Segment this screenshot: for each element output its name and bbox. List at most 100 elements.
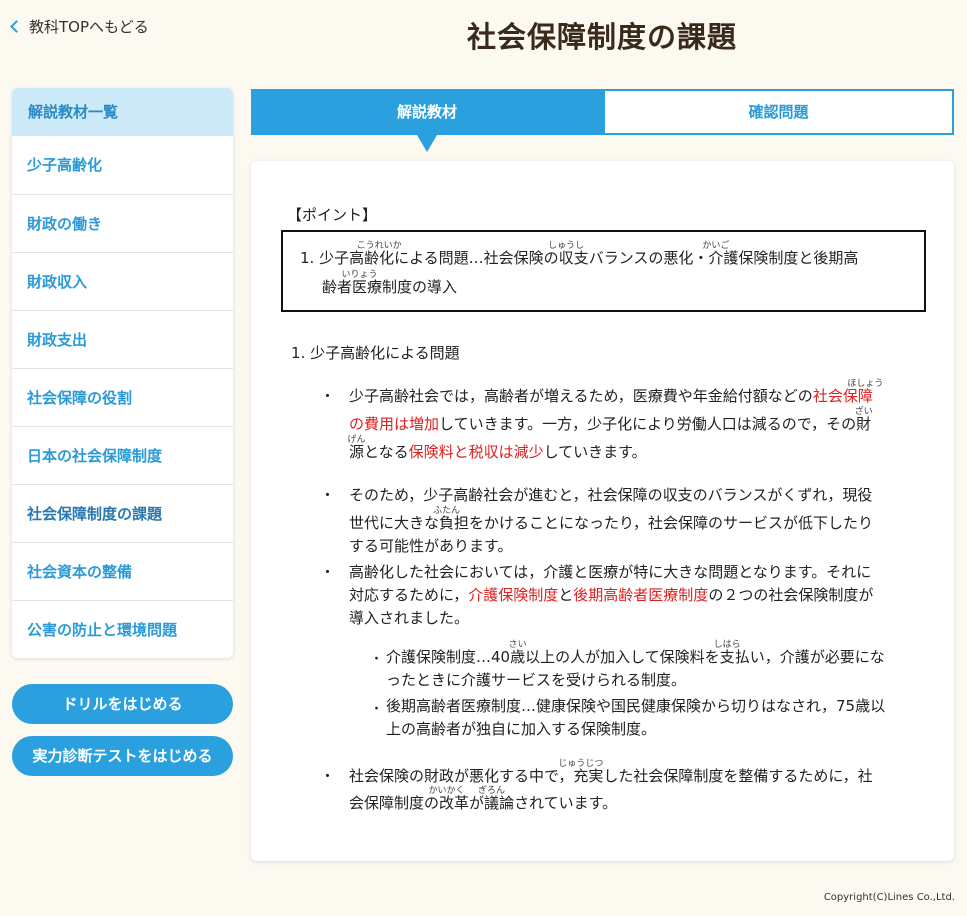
text: 対応するために，: [349, 586, 469, 604]
bullet3-line1: 高齢化した社会においては，介護と医療が特に大きな問題となります。それに: [349, 563, 872, 581]
copyright: Copyright(C)Lines Co.,Ltd.: [823, 892, 955, 903]
back-to-subject-top-link[interactable]: 教科TOPへもどる: [10, 16, 149, 37]
text: 介護保険制度…40: [386, 648, 511, 666]
ruby-base: 財: [856, 415, 872, 433]
text: 払い，介護が必要にな: [734, 648, 885, 666]
text: 革が: [454, 794, 485, 812]
text: 実した社会保障制度を整備するために，社: [588, 767, 873, 785]
ruby-annotation: しゅうし: [548, 241, 585, 251]
ruby-annotation: げん: [347, 435, 366, 445]
sub1-line1: 介護保険制度…40 さい 歳以上の人が加入して保険料を しはら 支払い，介護が必要にな: [386, 641, 885, 669]
bullet3-line2: 対応するために，介護保険制度と後期高齢者医療制度の２つの社会保険制度が: [349, 584, 873, 607]
bullet1-line1: 少子高齢社会では，高齢者が増えるため，医療費や年金給付額などの社会保 ほしょう障: [349, 380, 883, 408]
sidebar-item-zaisei-shunyu[interactable]: 財政収入: [12, 252, 233, 310]
ruby-text: ぎろん議: [478, 787, 505, 813]
point-text: 療制度の導入: [367, 278, 458, 296]
ruby-text: さい歳: [509, 641, 527, 667]
ruby-text: じゅうじつ充: [558, 760, 603, 786]
sub2-line1: 後期高齢者医療制度…健康保険や国民健康保険から切りはなされ，75歳以: [386, 697, 886, 715]
sidebar-item-shoshi-koreika[interactable]: 少子高齢化: [12, 136, 233, 194]
highlight-text: の費用は増加: [349, 415, 440, 433]
sub2-line2: 上の高齢者が独自に加入する保険制度。: [386, 720, 657, 738]
sidebar-item-zaisei-shishutsu[interactable]: 財政支出: [12, 310, 233, 368]
bullet4-line2: 会保障制度の かいかく 改革が ぎろん 議論されています。: [349, 787, 618, 815]
point-text: 1. 少子高: [300, 249, 365, 267]
bullet4-line1: 社会保険の財政が悪化する中で， じゅうじつ 充実した社会保障制度を整備するために，社: [349, 760, 873, 788]
text: していきます。一方，少子化により労働人口は減るので，その: [439, 415, 857, 433]
sidebar-item-kogai-kankyo[interactable]: 公害の防止と環境問題: [12, 600, 233, 658]
ruby-base: 医: [352, 278, 368, 296]
bullet-dot: ・: [320, 563, 336, 581]
point-text: 支バランスの悪化・: [573, 249, 709, 267]
page-title: 社会保障制度の課題: [466, 20, 737, 54]
ruby-base: 介: [708, 249, 724, 267]
active-tab-pointer: [417, 135, 437, 152]
text: 世代に大きな: [349, 514, 440, 532]
text: となる: [364, 443, 409, 461]
ruby-annotation: ほしょう: [847, 379, 884, 389]
sub-bullet-dot: ・: [370, 652, 384, 667]
sidebar-header: 解説教材一覧: [12, 88, 233, 136]
text: 社会保険の財政が悪化する中で，: [349, 767, 574, 785]
ruby-base: 齢化: [364, 249, 395, 267]
bullet3-line3: 導入されました。: [349, 609, 470, 627]
sidebar-item-zaisei-no-hataraki[interactable]: 財政の働き: [12, 194, 233, 252]
text: 以上の人が加入して保険料を: [525, 648, 720, 666]
ruby-annotation: じゅうじつ: [558, 759, 604, 769]
point-line-2: 齢者 いりょう 医療制度の導入: [322, 271, 458, 299]
ruby-base: 障: [857, 387, 873, 405]
text: の２つの社会保険制度が: [708, 586, 874, 604]
sidebar-item-shakai-hosho-kadai[interactable]: 社会保障制度の課題: [12, 484, 233, 542]
ruby-annotation: さい: [508, 640, 527, 650]
bullet-dot: ・: [320, 387, 336, 405]
highlight-text: 介護保険制度: [468, 586, 559, 604]
bullet2-line2: 世代に大きな ふたん 負担をかけることになったり，社会保障のサービスが低下したり: [349, 507, 873, 535]
bullet2-line3: する可能性があります。: [349, 537, 513, 555]
ruby-base: 負: [439, 514, 455, 532]
ruby-text: こうれいか 齢化: [357, 242, 402, 268]
text: 少子高齢社会では，高齢者が増えるため，医療費や年金給付額などの: [349, 387, 813, 405]
ruby-text: ほしょう障: [847, 380, 883, 406]
text: 会保障制度の: [349, 794, 440, 812]
ruby-text: しはら支: [714, 641, 741, 667]
highlight-text: 社会保: [812, 387, 858, 405]
section-title: 1. 少子高齢化による問題: [291, 344, 460, 362]
ruby-text: ふたん負: [433, 507, 460, 533]
chevron-left-icon: [10, 20, 23, 33]
point-text: 齢者: [322, 278, 353, 296]
sidebar: 解説教材一覧 少子高齢化 財政の働き 財政収入 財政支出 社会保障の役割 日本の…: [12, 88, 233, 658]
text: していきます。: [543, 443, 647, 461]
back-link-label: 教科TOPへもどる: [29, 18, 149, 36]
sidebar-item-shakai-shihon[interactable]: 社会資本の整備: [12, 542, 233, 600]
ruby-annotation: こうれいか: [356, 241, 402, 251]
text: 論されています。: [499, 794, 618, 812]
highlight-text: 保険料と税収は減少: [408, 443, 544, 461]
ruby-annotation: ぎろん: [478, 786, 506, 796]
bullet1-line2: の費用は増加していきます。一方，少子化により労働人口は減るので，その ざい財: [349, 408, 873, 436]
start-drill-button[interactable]: ドリルをはじめる: [12, 684, 233, 724]
ruby-text: しゅうし収: [548, 242, 584, 268]
point-text: 護保険制度と後期高: [723, 249, 859, 267]
ruby-text: かいかく改: [429, 787, 465, 813]
text: と: [558, 586, 574, 604]
ruby-annotation: かいかく: [428, 786, 465, 796]
ruby-annotation: いりょう: [341, 270, 378, 280]
ruby-base: 改: [439, 794, 455, 812]
ruby-base: 収: [558, 249, 574, 267]
ruby-text: いりょう医: [342, 271, 378, 297]
sidebar-item-nihon-shakai-hosho[interactable]: 日本の社会保障制度: [12, 426, 233, 484]
tab-quiz[interactable]: 確認問題: [603, 89, 954, 135]
ruby-annotation: ふたん: [433, 506, 461, 516]
sidebar-item-shakai-hosho-yakuwari[interactable]: 社会保障の役割: [12, 368, 233, 426]
start-test-button[interactable]: 実力診断テストをはじめる: [12, 736, 233, 776]
bullet2-line1: そのため，少子高齢社会が進むと，社会保障の収支のバランスがくずれ，現役: [349, 486, 873, 504]
ruby-annotation: しはら: [713, 640, 741, 650]
ruby-base: 歳: [510, 648, 526, 666]
bullet1-line3: げん 源となる保険料と税収は減少していきます。: [347, 436, 647, 464]
ruby-base: 支: [719, 648, 735, 666]
ruby-base: 議: [484, 794, 500, 812]
sub-bullet-dot: ・: [370, 702, 384, 717]
ruby-text: げん源: [347, 436, 365, 462]
tab-explanation[interactable]: 解説教材: [251, 89, 603, 135]
highlight-text: 後期高齢者医療制度: [573, 586, 709, 604]
